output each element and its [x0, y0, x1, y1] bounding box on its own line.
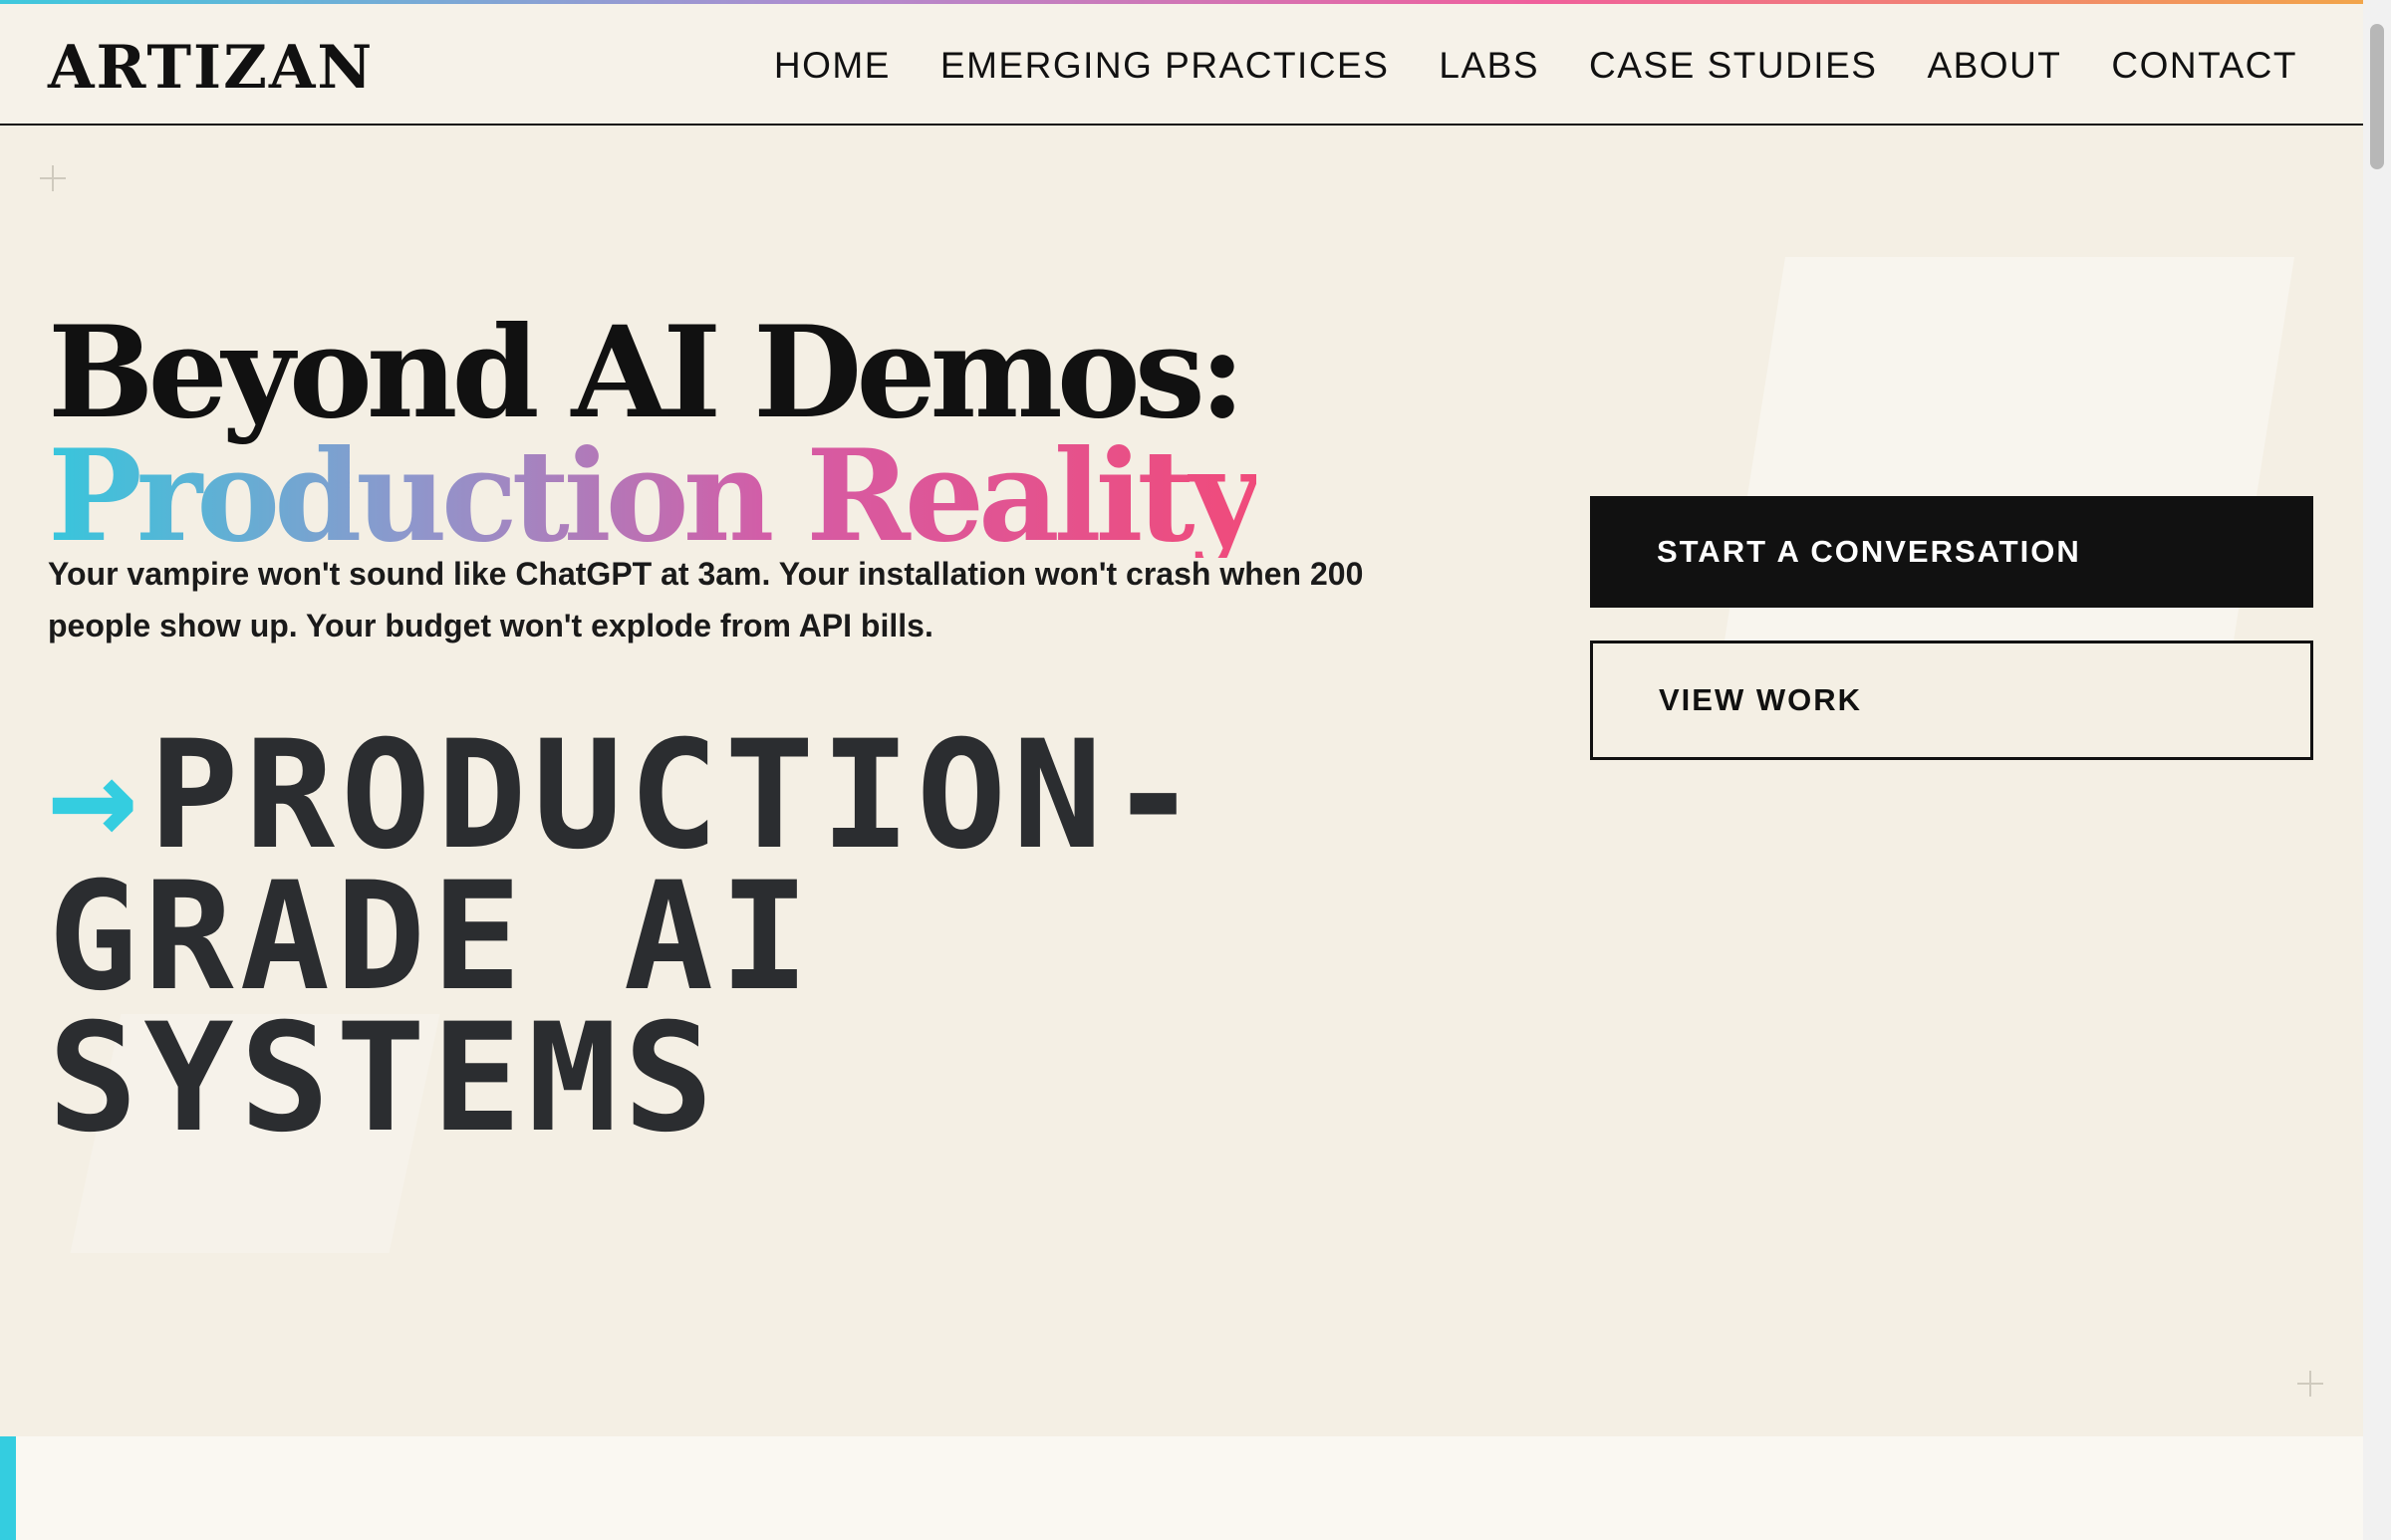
nav-item-case-studies[interactable]: CASE STUDIES — [1589, 42, 1877, 90]
hero-title: Beyond AI Demos: Production Reality — [48, 299, 1262, 570]
nav-item-labs[interactable]: LABS — [1439, 42, 1539, 90]
hero-title-line: Beyond AI Demos: — [48, 299, 1245, 446]
hero-title-highlight: Production Reality — [48, 422, 1262, 570]
section-accent-bar — [0, 1436, 16, 1540]
nav-item-about[interactable]: ABOUT — [1927, 42, 2061, 90]
nav-item-contact[interactable]: CONTACT — [2111, 42, 2297, 90]
site-header: ARTIZAN HOME EMERGING PRACTICES LABS CAS… — [0, 4, 2363, 126]
next-section — [0, 1436, 2363, 1540]
scrollbar-thumb[interactable] — [2370, 24, 2384, 169]
site-logo[interactable]: ARTIZAN — [48, 30, 374, 106]
nav-item-emerging-practices[interactable]: EMERGING PRACTICES — [940, 42, 1390, 90]
hero-section: Beyond AI Demos: Production Reality Your… — [0, 128, 2363, 1436]
main-nav: HOME EMERGING PRACTICES LABS CASE STUDIE… — [774, 42, 2297, 90]
start-conversation-button[interactable]: START A CONVERSATION — [1590, 496, 2313, 608]
plus-icon — [40, 165, 66, 191]
hero-tagline: → PRODUCTION-GRADE AI SYSTEMS — [48, 721, 1562, 1154]
cta-group: START A CONVERSATION VIEW WORK — [1590, 496, 2313, 760]
tagline-text: PRODUCTION-GRADE AI SYSTEMS — [48, 709, 1204, 1165]
hero-subtitle: Your vampire won't sound like ChatGPT at… — [48, 556, 1364, 643]
plus-icon — [2297, 1371, 2323, 1397]
view-work-button[interactable]: VIEW WORK — [1590, 641, 2313, 760]
page-scrollbar[interactable] — [2363, 0, 2391, 1540]
nav-item-home[interactable]: HOME — [774, 42, 891, 90]
